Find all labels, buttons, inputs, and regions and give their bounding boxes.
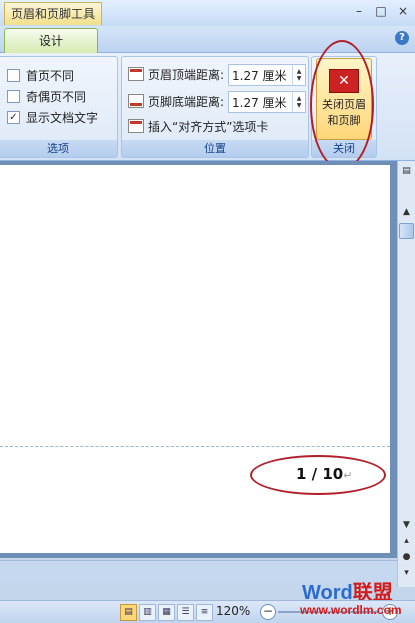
- scroll-down-icon[interactable]: ▼: [400, 519, 413, 532]
- alignment-tab-icon: [128, 119, 144, 133]
- show-document-text-option[interactable]: ✓ 显示文档文字: [7, 109, 98, 125]
- spinner-arrows-icon[interactable]: ▲ ▼: [292, 65, 305, 85]
- next-page-icon[interactable]: ▾: [400, 567, 413, 580]
- header-from-top-value[interactable]: 1.27 厘米: [229, 67, 292, 84]
- option-label: 首页不同: [26, 68, 75, 83]
- spinner-arrows-icon[interactable]: ▲ ▼: [292, 92, 305, 112]
- option-label: 奇偶页不同: [26, 89, 87, 104]
- full-screen-reading-icon[interactable]: ▥: [139, 604, 156, 621]
- different-odd-even-option[interactable]: 奇偶页不同: [7, 88, 86, 104]
- print-layout-view-icon[interactable]: ▤: [120, 604, 137, 621]
- highlight-oval-close: [310, 40, 374, 170]
- footer-position-icon: [128, 94, 144, 108]
- footer-from-bottom-row: 页脚底端距离:: [128, 90, 224, 112]
- draft-view-icon[interactable]: ≡: [196, 604, 213, 621]
- footer-from-bottom-label: 页脚底端距离:: [148, 94, 225, 109]
- close-window-button[interactable]: ×: [397, 4, 409, 18]
- checkbox[interactable]: [7, 68, 20, 82]
- highlight-oval-page-number: [250, 455, 386, 495]
- select-browse-object-icon[interactable]: ●: [400, 551, 413, 564]
- document-area: [0, 161, 397, 558]
- context-tool-title: 页眉和页脚工具: [4, 2, 103, 25]
- header-position-icon: [128, 67, 144, 81]
- web-layout-icon[interactable]: ▦: [158, 604, 175, 621]
- checkbox-checked[interactable]: ✓: [7, 110, 20, 124]
- header-from-top-label: 页眉顶端距离:: [148, 67, 225, 82]
- help-icon[interactable]: ?: [395, 31, 409, 45]
- watermark-url: www.wordlm.com: [300, 603, 402, 617]
- header-from-top-row: 页眉顶端距离:: [128, 63, 224, 85]
- options-group-label: 选项: [0, 140, 117, 157]
- footer-from-bottom-spinner[interactable]: 1.27 厘米 ▲ ▼: [228, 91, 306, 113]
- option-label: 显示文档文字: [26, 110, 99, 125]
- tab-design[interactable]: 设计: [4, 28, 98, 53]
- zoom-out-button[interactable]: −: [260, 604, 276, 620]
- footer-boundary-line: [0, 446, 390, 447]
- header-from-top-spinner[interactable]: 1.27 厘米 ▲ ▼: [228, 64, 306, 86]
- different-first-page-option[interactable]: 首页不同: [7, 67, 74, 83]
- window-controls: – □ ×: [353, 4, 409, 18]
- insert-alignment-tab-button[interactable]: 插入“对齐方式”选项卡: [128, 115, 268, 137]
- minimize-button[interactable]: –: [353, 4, 365, 18]
- options-group: 首页不同 奇偶页不同 ✓ 显示文档文字 选项: [0, 56, 118, 158]
- title-bar: 页眉和页脚工具 – □ ×: [0, 0, 415, 26]
- position-group: 页眉顶端距离: 1.27 厘米 ▲ ▼ 页脚底端距离: 1.27 厘米 ▲ ▼ 插入…: [121, 56, 309, 158]
- checkbox[interactable]: [7, 89, 20, 103]
- document-page[interactable]: [0, 165, 390, 553]
- vertical-scrollbar[interactable]: ▤ ▲ ▼ ▴ ● ▾: [397, 161, 415, 587]
- scroll-up-icon[interactable]: ▲: [400, 206, 413, 219]
- position-group-label: 位置: [122, 140, 308, 157]
- insert-alignment-tab-label: 插入“对齐方式”选项卡: [148, 119, 269, 134]
- outline-view-icon[interactable]: ☰: [177, 604, 194, 621]
- ruler-toggle-icon[interactable]: ▤: [400, 165, 413, 178]
- footer-from-bottom-value[interactable]: 1.27 厘米: [229, 94, 292, 111]
- maximize-button[interactable]: □: [375, 4, 387, 18]
- zoom-level[interactable]: 120%: [216, 604, 250, 618]
- scroll-thumb[interactable]: [399, 223, 414, 239]
- previous-page-icon[interactable]: ▴: [400, 535, 413, 548]
- view-buttons: ▤ ▥ ▦ ☰ ≡: [120, 604, 213, 621]
